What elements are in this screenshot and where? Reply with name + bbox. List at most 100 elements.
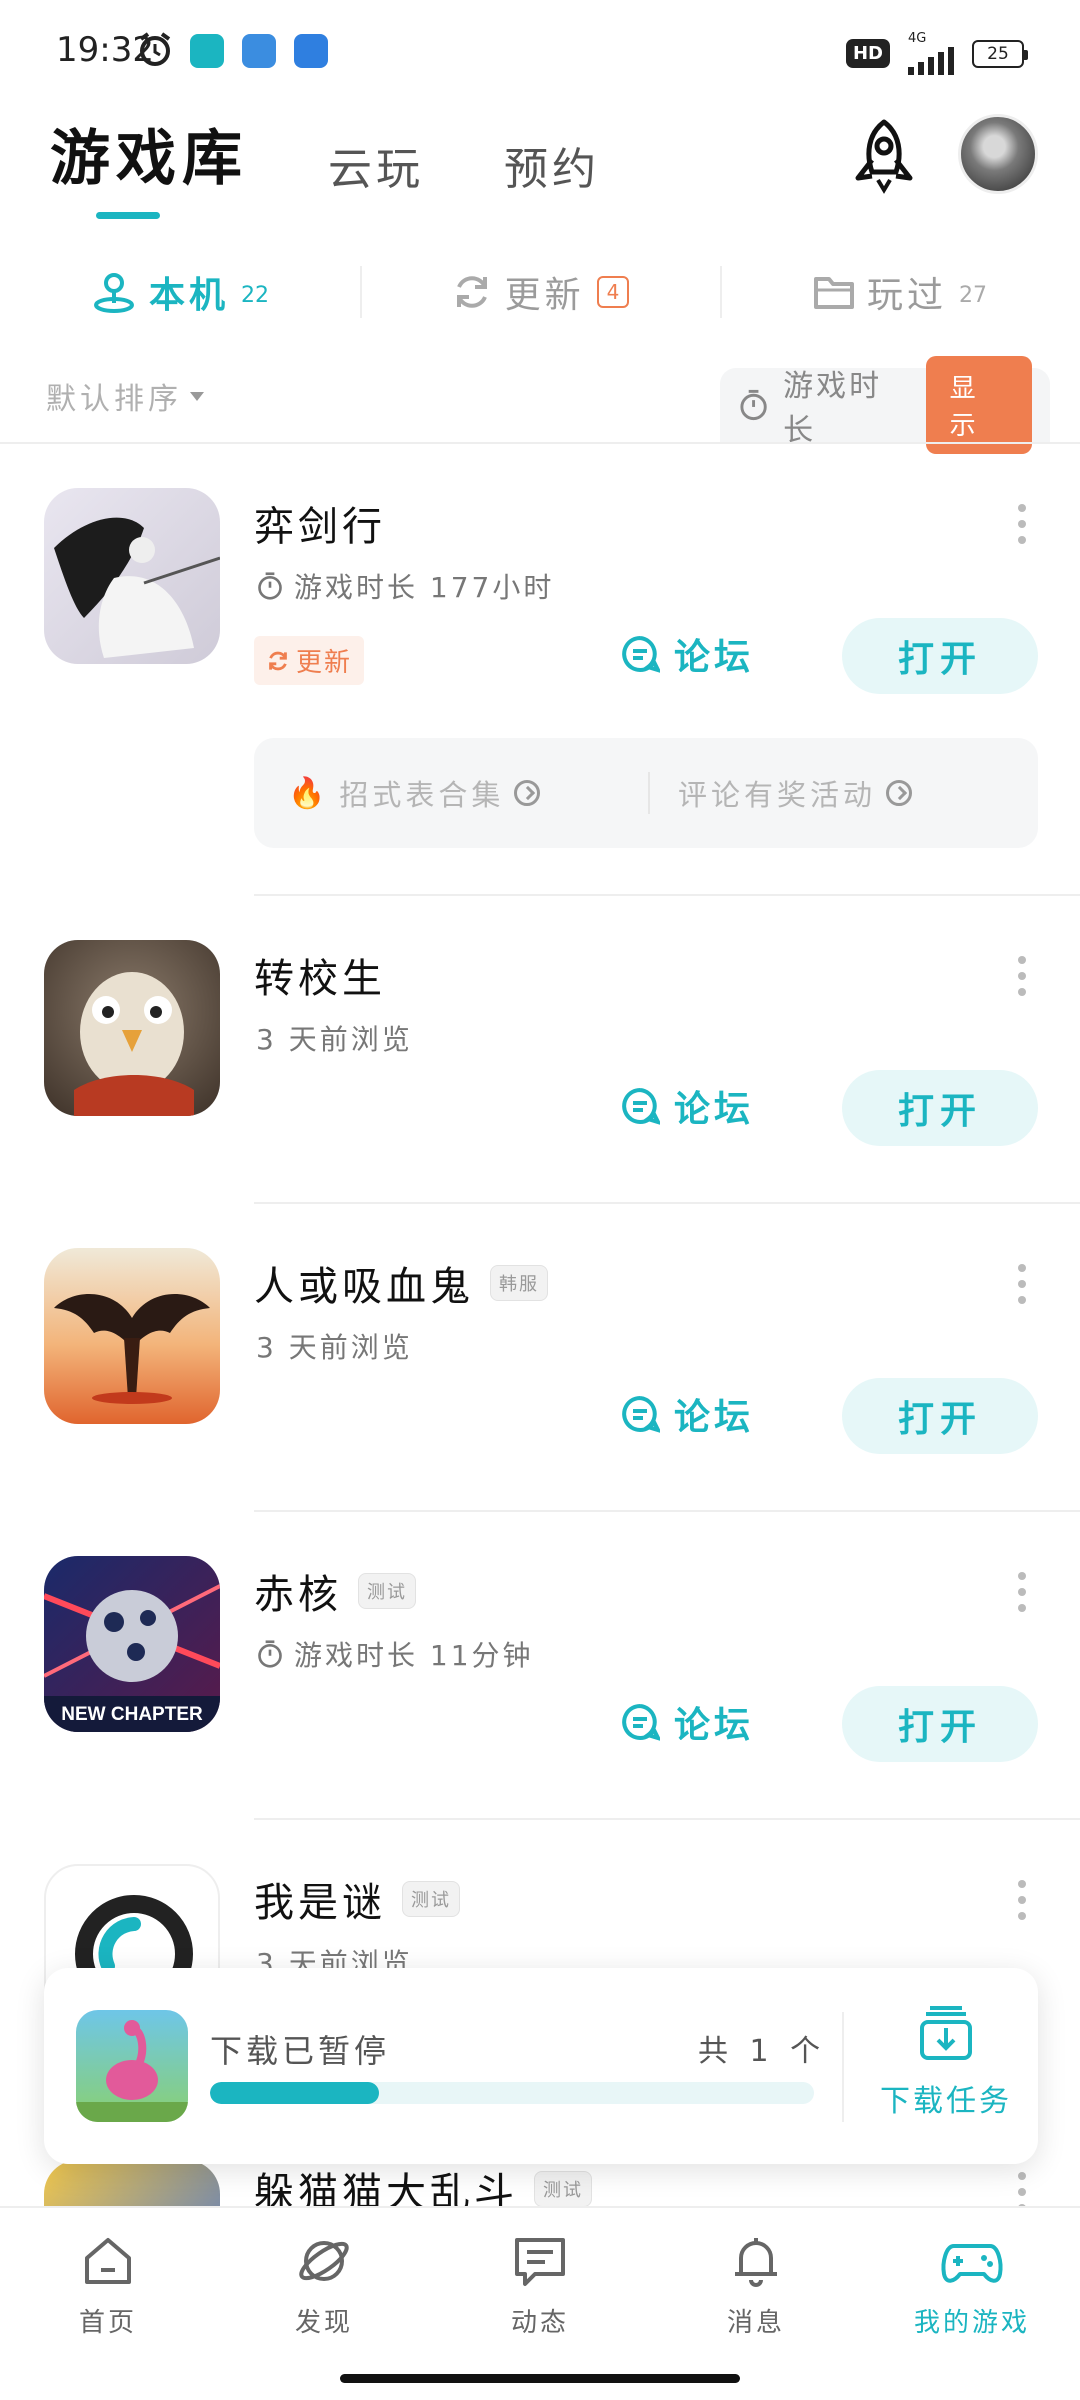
chat-bubble-icon bbox=[622, 1396, 660, 1433]
chat-bubble-icon bbox=[622, 1088, 660, 1125]
show-play-time-button[interactable]: 显示 bbox=[925, 356, 1032, 454]
nav-label: 发现 bbox=[294, 2308, 353, 2338]
test-tag: 测试 bbox=[534, 2171, 592, 2206]
battery-level: 25 bbox=[987, 43, 1009, 64]
game-list-item[interactable]: 弈剑行 游戏时长 177小时 更新 论坛 打开 🔥 招式表合集 评论有奖活动 bbox=[0, 488, 1080, 898]
nav-feed[interactable]: 动态 bbox=[432, 2208, 648, 2356]
alarm-icon bbox=[139, 32, 171, 66]
nav-messages[interactable]: 消息 bbox=[648, 2208, 864, 2356]
battery-icon: 25 bbox=[972, 39, 1028, 68]
game-list-item[interactable]: NEW CHAPTER 赤核 测试 游戏时长 11分钟 论坛 打开 bbox=[0, 1556, 1080, 1816]
flamingo-artwork bbox=[76, 2020, 188, 2122]
nav-discover[interactable]: 发现 bbox=[216, 2208, 432, 2356]
activity-link-moves[interactable]: 🔥 招式表合集 bbox=[254, 772, 648, 814]
game-list-item[interactable]: 转校生 3 天前浏览 论坛 打开 bbox=[0, 940, 1080, 1200]
chat-bubble-icon bbox=[622, 636, 660, 673]
more-options-icon[interactable] bbox=[1018, 504, 1028, 544]
forum-button[interactable]: 论坛 bbox=[620, 1080, 754, 1132]
sub-tab-updates[interactable]: 更新 4 bbox=[360, 254, 720, 330]
divider bbox=[0, 442, 1080, 444]
timer-icon bbox=[258, 572, 282, 600]
tab-reservation[interactable]: 预约 bbox=[504, 133, 600, 197]
more-options-icon[interactable] bbox=[1018, 2172, 1028, 2206]
more-options-icon[interactable] bbox=[1018, 956, 1028, 996]
update-chip-label: 更新 bbox=[296, 648, 353, 678]
game-icon[interactable] bbox=[44, 2160, 220, 2206]
sub-tab-label: 更新 bbox=[504, 275, 585, 316]
more-options-icon[interactable] bbox=[1018, 1880, 1028, 1920]
sub-tab-count: 22 bbox=[241, 282, 269, 308]
download-game-icon bbox=[76, 2010, 188, 2122]
activity-label: 招式表合集 bbox=[339, 778, 505, 812]
open-button[interactable]: 打开 bbox=[842, 1378, 1038, 1454]
game-meta-text: 游戏时长 11分钟 bbox=[294, 1639, 534, 1672]
more-options-icon[interactable] bbox=[1018, 1572, 1028, 1612]
divider bbox=[842, 2012, 844, 2122]
sub-tab-played[interactable]: 玩过 27 bbox=[720, 254, 1080, 330]
divider bbox=[254, 894, 1080, 896]
divider bbox=[254, 1818, 1080, 1820]
nav-label: 消息 bbox=[726, 2308, 785, 2338]
planet-icon bbox=[299, 2241, 349, 2281]
game-icon[interactable] bbox=[44, 1248, 220, 1424]
sort-dropdown[interactable]: 默认排序 bbox=[46, 374, 204, 418]
download-progress-bar bbox=[210, 2082, 814, 2104]
game-title: 弈剑行 bbox=[254, 494, 386, 552]
download-card[interactable]: 下载已暂停 共 1 个 下载任务 bbox=[44, 1968, 1038, 2164]
sub-tab-label: 本机 bbox=[148, 275, 229, 316]
game-icon[interactable] bbox=[44, 940, 220, 1116]
download-tasks-label: 下载任务 bbox=[880, 2084, 1012, 2119]
forum-button[interactable]: 论坛 bbox=[620, 1388, 754, 1440]
bell-icon bbox=[735, 2238, 777, 2287]
nav-my-games[interactable]: 我的游戏 bbox=[864, 2208, 1080, 2356]
forum-label: 论坛 bbox=[674, 1397, 755, 1438]
notification-app-icon bbox=[242, 34, 276, 68]
game-title: 躲猫猫大乱斗 测试 bbox=[254, 2160, 592, 2206]
sub-tab-count: 27 bbox=[959, 282, 987, 308]
update-chip[interactable]: 更新 bbox=[254, 636, 365, 685]
chat-card-icon bbox=[515, 2238, 565, 2286]
download-tasks-button[interactable]: 下载任务 bbox=[866, 2004, 1026, 2120]
game-list-item[interactable]: 躲猫猫大乱斗 测试 bbox=[0, 2160, 1080, 2206]
tab-game-library[interactable]: 游戏库 bbox=[50, 110, 248, 197]
game-title-text: 转校生 bbox=[254, 956, 386, 1002]
chat-bubble-icon bbox=[622, 1704, 660, 1741]
game-meta: 游戏时长 177小时 bbox=[256, 566, 554, 606]
game-title-text: 我是谜 bbox=[254, 1880, 386, 1926]
forum-button[interactable]: 论坛 bbox=[620, 628, 754, 680]
home-indicator[interactable] bbox=[340, 2374, 740, 2383]
open-button[interactable]: 打开 bbox=[842, 1686, 1038, 1762]
taptap-app-icon bbox=[190, 34, 224, 68]
bottom-navigation: 首页 发现 动态 消息 我的游戏 bbox=[0, 2206, 1080, 2356]
game-icon[interactable] bbox=[44, 488, 220, 664]
game-meta-text: 游戏时长 177小时 bbox=[294, 571, 555, 604]
activity-label: 评论有奖活动 bbox=[678, 778, 877, 812]
tab-cloud-play[interactable]: 云玩 bbox=[328, 133, 424, 197]
timer-icon bbox=[258, 1640, 282, 1668]
sub-tab-label: 玩过 bbox=[866, 275, 947, 316]
nav-label: 动态 bbox=[510, 2308, 569, 2338]
rocket-icon[interactable] bbox=[848, 118, 920, 194]
sub-tab-local[interactable]: 本机 22 bbox=[0, 254, 360, 330]
activity-link-comment-event[interactable]: 评论有奖活动 bbox=[648, 772, 1038, 814]
game-list-item[interactable]: 我是谜 测试 3 天前浏览 bbox=[0, 1864, 1080, 2040]
test-tag: 测试 bbox=[358, 1573, 416, 1609]
top-tab-bar: 游戏库 云玩 预约 bbox=[50, 110, 600, 197]
play-time-toggle: 游戏时长 显示 bbox=[720, 356, 1050, 454]
open-button[interactable]: 打开 bbox=[842, 1070, 1038, 1146]
active-tab-indicator bbox=[96, 212, 160, 219]
game-meta: 3 天前浏览 bbox=[256, 1326, 413, 1366]
gamepad-icon bbox=[941, 2244, 1003, 2283]
avatar[interactable] bbox=[958, 114, 1038, 194]
game-title-text: 躲猫猫大乱斗 bbox=[254, 2170, 518, 2206]
nav-label: 首页 bbox=[78, 2308, 137, 2338]
game-icon[interactable]: NEW CHAPTER bbox=[44, 1556, 220, 1732]
game-list-item[interactable]: 人或吸血鬼 韩服 3 天前浏览 论坛 打开 bbox=[0, 1248, 1080, 1508]
forum-button[interactable]: 论坛 bbox=[620, 1696, 754, 1748]
more-options-icon[interactable] bbox=[1018, 1264, 1028, 1304]
open-button[interactable]: 打开 bbox=[842, 618, 1038, 694]
refresh-icon bbox=[456, 276, 487, 308]
signal-icon: 4G bbox=[908, 32, 954, 75]
nav-home[interactable]: 首页 bbox=[0, 2208, 216, 2356]
divider bbox=[254, 1510, 1080, 1512]
